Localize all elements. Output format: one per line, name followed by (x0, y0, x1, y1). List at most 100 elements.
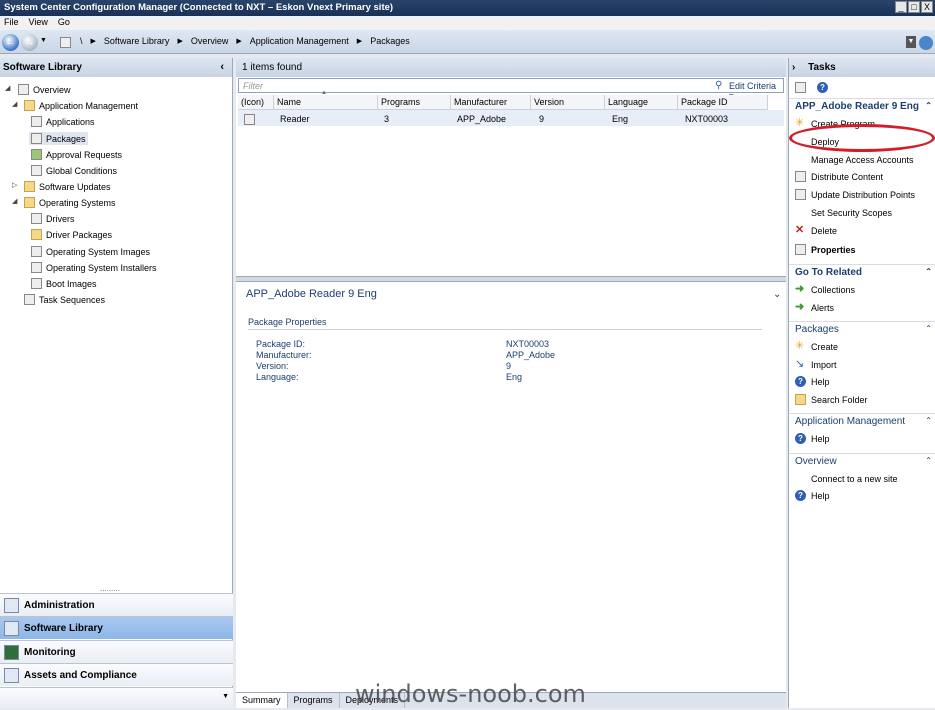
breadcrumb: \ ▶ Software Library ▶ Overview ▶ Applic… (80, 36, 410, 46)
tree-item-boot-images[interactable]: Boot Images (31, 278, 97, 289)
breadcrumb-dropdown-icon[interactable]: ▼ (906, 36, 916, 48)
pane-resize-grip[interactable]: ......... (100, 584, 120, 593)
chevron-up-icon[interactable]: ⌃ (925, 456, 932, 465)
column-version[interactable]: Version (531, 95, 605, 110)
section-package-header[interactable]: APP_Adobe Reader 9 Eng ⌃ (789, 98, 935, 114)
cell-name: Reader (280, 114, 310, 124)
folder-icon (24, 181, 35, 192)
task-create[interactable]: ✳ Create (795, 341, 838, 352)
task-set-security-scopes[interactable]: Set Security Scopes (795, 207, 892, 218)
collapse-detail-icon[interactable]: ⌄ (773, 289, 781, 300)
breadcrumb-overview[interactable]: Overview (191, 36, 229, 46)
maximize-button[interactable]: □ (908, 1, 920, 13)
menu-file[interactable]: File (4, 17, 19, 29)
detail-section-title: Package Properties (248, 317, 327, 327)
close-button[interactable]: X (921, 1, 933, 13)
column-manufacturer[interactable]: Manufacturer (451, 95, 531, 110)
tree-item-task-sequences[interactable]: Task Sequences (24, 294, 105, 305)
tab-summary[interactable]: Summary (236, 693, 288, 708)
properties-icon (795, 244, 806, 255)
filter-bar: Filter ⚲ Edit Criteria ▾ (238, 78, 784, 101)
chevron-up-icon[interactable]: ⌃ (925, 101, 932, 110)
section-overview-header[interactable]: Overview ⌃ (789, 453, 935, 469)
column-icon[interactable]: (Icon) (238, 95, 274, 110)
expand-pane-icon[interactable]: › (792, 62, 795, 73)
breadcrumb-separator-icon: ▶ (356, 38, 363, 45)
column-programs[interactable]: Programs (378, 95, 451, 110)
chevron-up-icon[interactable]: ⌃ (925, 324, 932, 333)
refresh-icon[interactable] (919, 36, 933, 50)
task-alerts[interactable]: ➜ Alerts (795, 302, 834, 313)
task-connect-new-site[interactable]: Connect to a new site (795, 473, 898, 484)
breadcrumb-software-library[interactable]: Software Library (104, 36, 170, 46)
tasks-view-icon[interactable] (795, 82, 806, 93)
filter-input[interactable]: Filter (243, 81, 263, 91)
task-manage-access-accounts[interactable]: Manage Access Accounts (795, 154, 914, 165)
tree-item-global-conditions[interactable]: Global Conditions (31, 165, 117, 176)
task-properties[interactable]: Properties (795, 244, 856, 255)
task-help[interactable]: ? Help (795, 490, 830, 501)
expand-operating-systems-icon[interactable]: ◢ (12, 197, 17, 205)
workspace-monitoring[interactable]: Monitoring (0, 640, 233, 663)
expand-overview-icon[interactable]: ◢ (5, 84, 10, 92)
back-arrow-icon[interactable]: ← (2, 34, 19, 51)
task-help[interactable]: ? Help (795, 433, 830, 444)
console-root-icon[interactable] (60, 37, 71, 48)
minimize-button[interactable]: _ (895, 1, 907, 13)
task-search-folder[interactable]: Search Folder (795, 394, 868, 405)
tree-item-os-images[interactable]: Operating System Images (31, 246, 150, 257)
tree-item-overview[interactable]: Overview (18, 84, 71, 95)
collapse-pane-icon[interactable]: ‹ (220, 61, 224, 73)
tree-item-drivers[interactable]: Drivers (31, 213, 75, 224)
breadcrumb-packages[interactable]: Packages (370, 36, 410, 46)
column-package-id[interactable]: Package ID (678, 95, 768, 110)
item-count: 1 items found (242, 62, 303, 73)
menu-go[interactable]: Go (58, 17, 70, 29)
task-import[interactable]: ↘ Import (795, 359, 837, 370)
tree-item-os-installers[interactable]: Operating System Installers (31, 262, 157, 273)
expand-software-updates-icon[interactable]: ▷ (12, 181, 17, 189)
tree-item-application-management[interactable]: Application Management (24, 100, 138, 111)
update-distribution-icon (795, 189, 806, 200)
task-update-distribution-points[interactable]: Update Distribution Points (795, 189, 915, 200)
menu-view[interactable]: View (29, 17, 48, 29)
task-help[interactable]: ? Help (795, 376, 830, 387)
expand-application-management-icon[interactable]: ◢ (12, 100, 17, 108)
section-go-to-related-header[interactable]: Go To Related ⌃ (789, 264, 935, 280)
history-dropdown-icon[interactable]: ▼ (40, 37, 47, 44)
column-name[interactable]: Name (274, 95, 378, 110)
navigation-pane: Software Library ‹ ◢ Overview ◢ Applicat… (0, 58, 233, 708)
help-icon: ? (795, 433, 806, 444)
tree-item-applications[interactable]: Applications (31, 116, 95, 127)
pane-splitter[interactable] (236, 276, 786, 282)
breadcrumb-root[interactable]: \ (80, 36, 83, 46)
tree-item-approval-requests[interactable]: Approval Requests (31, 149, 122, 160)
tree-item-operating-systems[interactable]: Operating Systems (24, 197, 116, 208)
chevron-up-icon[interactable]: ⌃ (925, 416, 932, 425)
workspace-administration[interactable]: Administration (0, 593, 233, 616)
task-distribute-content[interactable]: Distribute Content (795, 171, 883, 182)
column-language[interactable]: Language (605, 95, 678, 110)
task-deploy[interactable]: Deploy (795, 136, 839, 147)
os-image-icon (31, 246, 42, 257)
package-icon (244, 114, 255, 125)
search-icon[interactable]: ⚲ (715, 80, 722, 91)
forward-arrow-icon[interactable]: → (21, 34, 38, 51)
task-delete[interactable]: ✕ Delete (795, 225, 837, 236)
workspace-software-library[interactable]: Software Library (0, 616, 233, 639)
task-create-program[interactable]: ✳ Create Program (795, 118, 875, 129)
tree-item-driver-packages[interactable]: Driver Packages (31, 229, 112, 240)
chevron-up-icon[interactable]: ⌃ (925, 267, 932, 276)
section-application-management-header[interactable]: Application Management ⌃ (789, 413, 935, 429)
tree-item-software-updates[interactable]: Software Updates (24, 181, 111, 192)
driver-icon (31, 213, 42, 224)
tree-item-packages[interactable]: Packages (29, 132, 88, 145)
task-collections[interactable]: ➜ Collections (795, 284, 855, 295)
section-packages-header[interactable]: Packages ⌃ (789, 321, 935, 337)
navigation-pane-title: Software Library (3, 62, 82, 73)
workspace-overflow-icon[interactable]: ▼ (222, 693, 229, 700)
workspace-assets-and-compliance[interactable]: Assets and Compliance (0, 663, 233, 686)
help-icon[interactable]: ? (817, 82, 828, 93)
breadcrumb-application-management[interactable]: Application Management (250, 36, 349, 46)
tab-programs[interactable]: Programs (288, 693, 340, 708)
